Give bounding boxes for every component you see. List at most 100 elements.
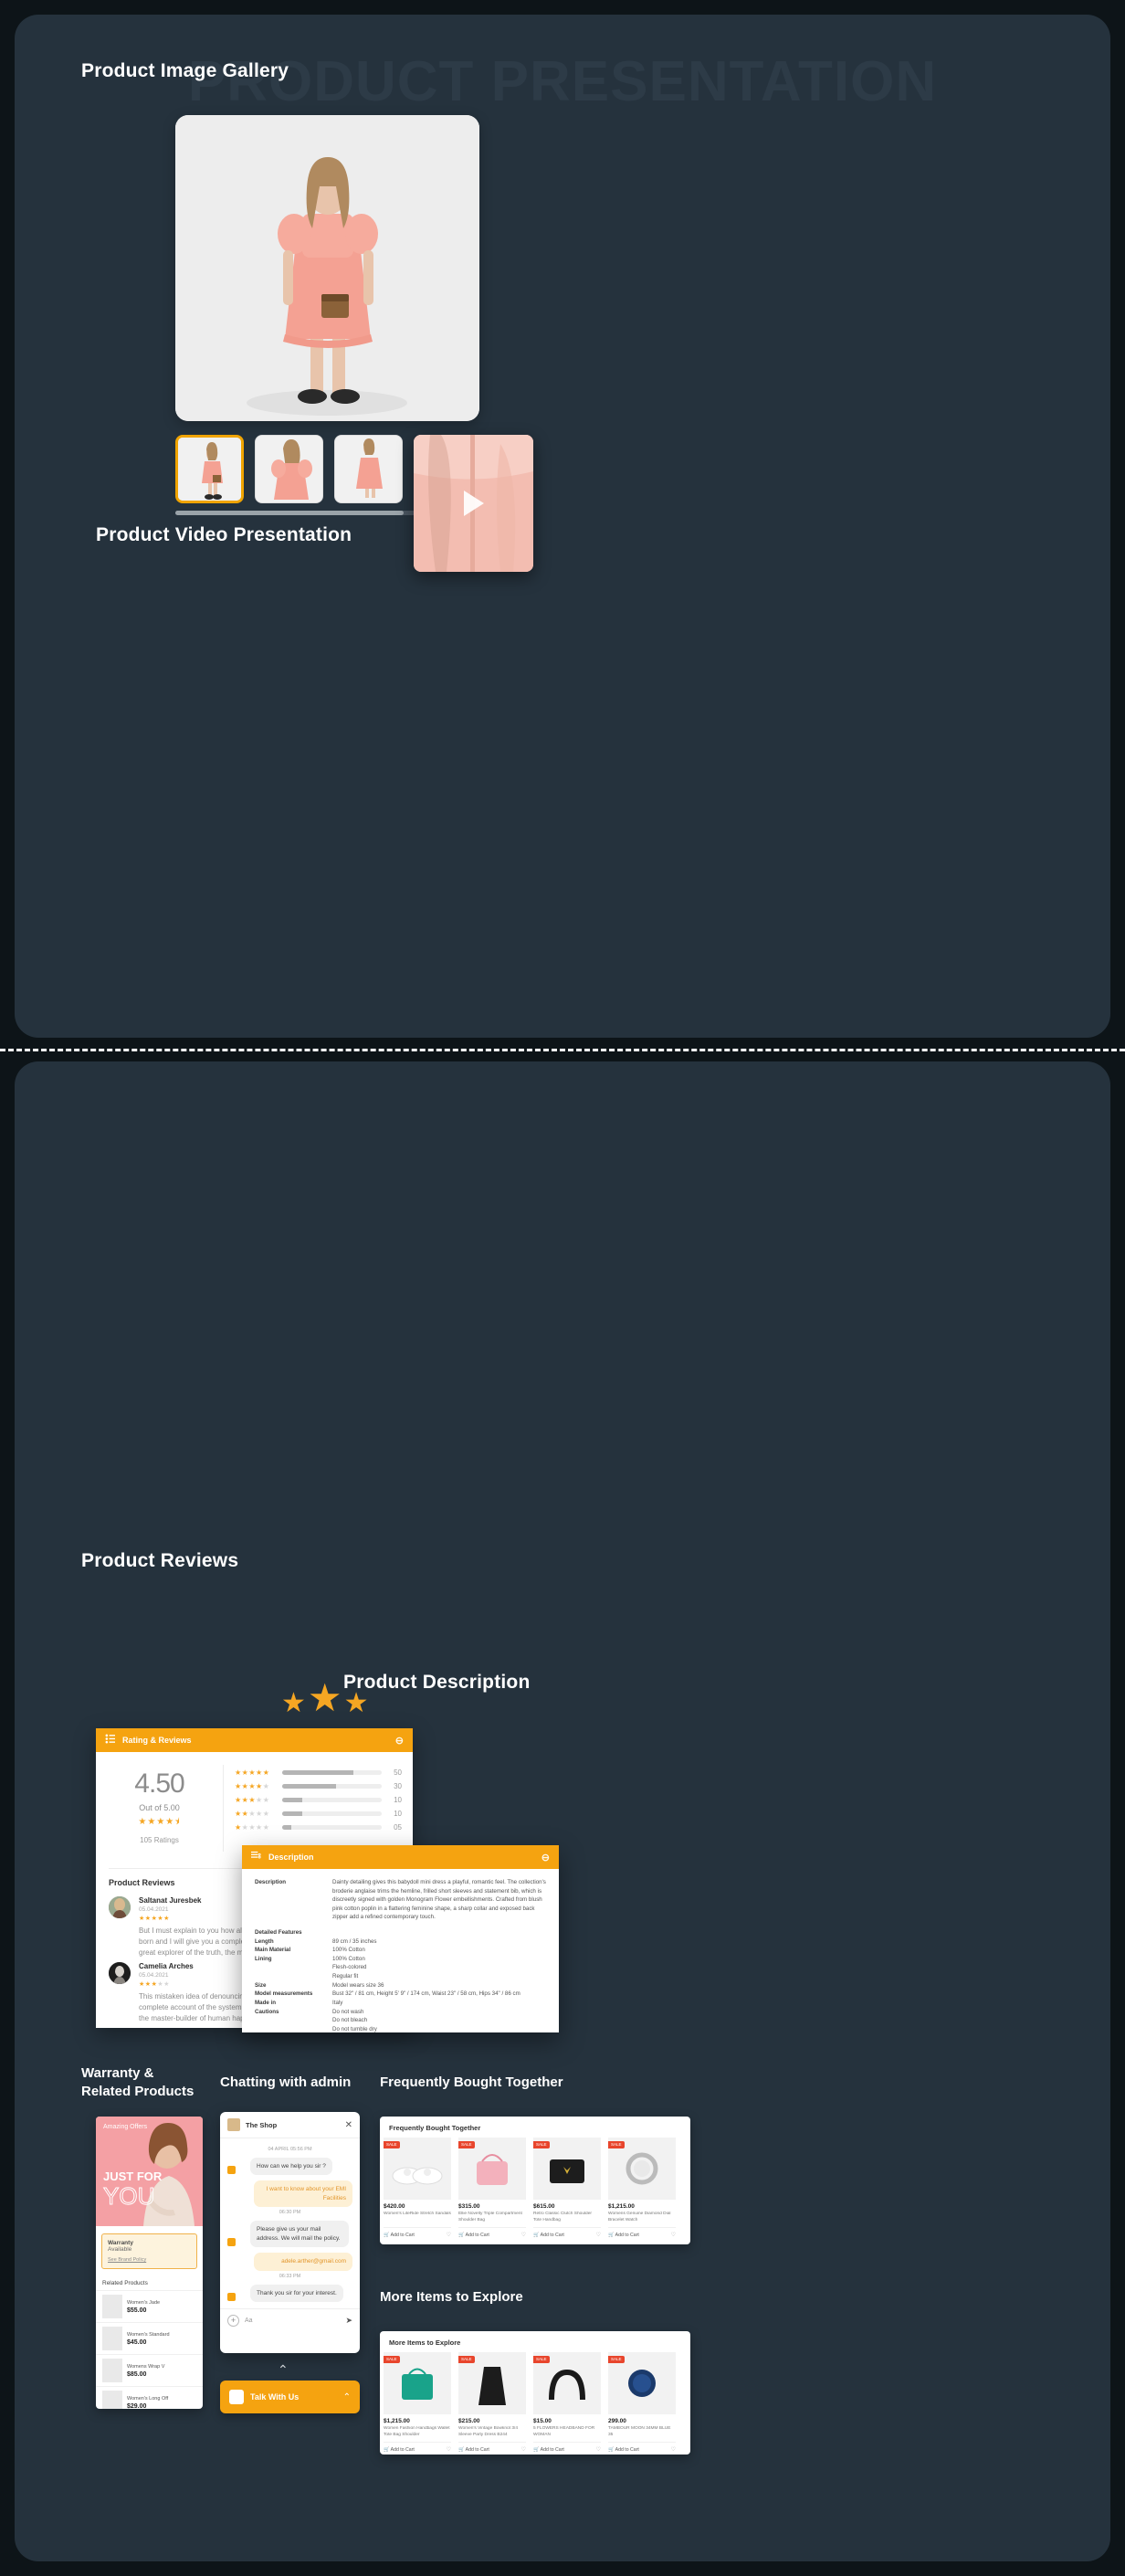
related-product-image [102, 2327, 122, 2350]
rating-card-title: Rating & Reviews [122, 1736, 192, 1745]
document-lines-icon [251, 1851, 261, 1863]
add-to-cart-button[interactable]: 🛒 Add to Cart [608, 2447, 639, 2453]
thumbnail-image-2 [256, 436, 322, 502]
minus-circle-icon[interactable]: ⊖ [541, 1852, 550, 1863]
review-stars: ★★★★★ [139, 1916, 170, 1922]
spec-row: Model measurements Bust 32" / 81 cm, Heig… [255, 1990, 546, 1999]
product-card[interactable]: SALE $1,215.00 Women Fashion Handbags Wall… [380, 2352, 455, 2455]
spec-value: Bust 32" / 81 cm, Height 5' 9" / 174 cm,… [332, 1990, 520, 1998]
thumbnail-scrollbar-thumb[interactable] [175, 511, 404, 515]
send-icon[interactable]: ➤ [345, 2316, 352, 2326]
wishlist-heart-icon[interactable]: ♡ [671, 2446, 676, 2453]
wishlist-heart-icon[interactable]: ♡ [596, 2232, 601, 2238]
related-products-list: Women's Jade $55.00 Women's Standard $45.00… [96, 2290, 203, 2409]
sale-badge: SALE [384, 2356, 400, 2364]
add-to-cart-button[interactable]: 🛒 Add to Cart [533, 2447, 564, 2453]
related-product-row[interactable]: Women's Standard $45.00 [96, 2322, 203, 2354]
add-to-cart-button[interactable]: 🛒 Add to Cart [384, 2233, 415, 2238]
sale-badge: SALE [533, 2141, 550, 2149]
sale-badge: SALE [458, 2141, 475, 2149]
star-icon-center: ★ [307, 1676, 342, 1719]
wishlist-heart-icon[interactable]: ♡ [671, 2232, 676, 2238]
play-icon[interactable] [463, 491, 484, 516]
product-card[interactable]: SALE $1,215.00 Womens Genuine Diamond Dial… [605, 2138, 679, 2243]
thumbnail-image-1 [178, 438, 241, 501]
product-card[interactable]: SALE $315.00 Ellie Novelty Triple Compartm… [455, 2138, 530, 2243]
sale-badge: SALE [533, 2356, 550, 2364]
chat-input-bar[interactable]: + Aa ➤ [220, 2308, 360, 2332]
warranty-sub: Available [108, 2246, 132, 2253]
related-product-image [102, 2359, 122, 2382]
chat-message-outgoing: I want to know about your EMI Facilities [254, 2180, 352, 2208]
spec-value: Do not tumble dry [332, 2025, 377, 2032]
thumbnail-2[interactable] [255, 435, 323, 503]
description-card: Description ⊖ Description Dainty detaili… [242, 1845, 559, 2032]
chevron-up-icon[interactable]: ⌃ [278, 2362, 289, 2378]
spec-value: Italy [332, 1999, 343, 2006]
related-products-label: Related Products [102, 2280, 148, 2286]
product-card[interactable]: SALE $15.00 5 FLOWERS HEADBAND FOR WOMAN 🛒 … [530, 2352, 605, 2455]
brand-policy-link[interactable]: See Brand Policy [108, 2257, 191, 2263]
minus-circle-icon[interactable]: ⊖ [395, 1735, 404, 1747]
spec-key: Length [255, 1937, 274, 1945]
wishlist-heart-icon[interactable]: ♡ [521, 2232, 526, 2238]
chevron-up-icon[interactable]: ⌃ [343, 2392, 351, 2402]
rating-score-block: 4.50 Out of 5.00 ★★★★⯨ 105 Ratings [96, 1765, 224, 1852]
spec-key: Lining [255, 1955, 272, 1962]
sale-badge: SALE [608, 2356, 625, 2364]
promo-kicker: Amazing Offers [103, 2124, 148, 2130]
talk-with-us-button[interactable]: Talk With Us ⌃ [220, 2381, 360, 2413]
shop-avatar-icon [227, 2292, 236, 2301]
distribution-bar [282, 1825, 382, 1830]
shop-logo-icon [227, 2118, 240, 2131]
related-product-row[interactable]: Women's Long Off $29.00 [96, 2386, 203, 2409]
chat-message-incoming: Please give us your mail address. We wil… [227, 2218, 352, 2250]
related-product-row[interactable]: Womens Wrap V $85.00 [96, 2354, 203, 2386]
add-to-cart-button[interactable]: 🛒 Add to Cart [458, 2233, 489, 2238]
add-to-cart-button[interactable]: 🛒 Add to Cart [533, 2233, 564, 2238]
spec-value: Model wears size 36 [332, 1981, 384, 1989]
add-to-cart-button[interactable]: 🛒 Add to Cart [458, 2447, 489, 2453]
related-product-name: Womens Wrap V [127, 2363, 165, 2370]
wishlist-heart-icon[interactable]: ♡ [447, 2232, 451, 2238]
chat-timestamp: 06:33 PM [279, 2273, 301, 2279]
description-card-header: Description ⊖ [242, 1845, 559, 1869]
product-card[interactable]: SALE $420.00 Women's LiteRide Stretch Sand… [380, 2138, 455, 2243]
product-price: $215.00 [458, 2418, 480, 2424]
wishlist-heart-icon[interactable]: ♡ [521, 2446, 526, 2453]
related-product-price: $45.00 [127, 2338, 147, 2346]
distribution-count: 05 [394, 1823, 402, 1832]
spec-row: Do not tumble dry [255, 2025, 546, 2032]
add-to-cart-button[interactable]: 🛒 Add to Cart [608, 2233, 639, 2238]
product-card[interactable]: SALE $215.00 Women's Vintage Bowknot 3/4 S… [455, 2352, 530, 2455]
promo-banner[interactable]: Amazing Offers JUST FOR YOU [96, 2117, 203, 2226]
star-icon-left: ★ [281, 1688, 306, 1718]
thumbnail-image-3 [335, 436, 402, 502]
shop-avatar-icon [227, 2166, 236, 2175]
reviewer-name: Saltanat Juresbek [139, 1896, 202, 1905]
product-name: Retro Classic Clutch Shoulder Tote Handb… [533, 2212, 592, 2222]
product-card[interactable]: SALE 299.00 TAMBOUR MOON 34MM BLUE 35 🛒 Add… [605, 2352, 679, 2455]
wishlist-heart-icon[interactable]: ♡ [596, 2446, 601, 2453]
review-date: 05.04.2021 [139, 1906, 169, 1913]
warranty-related-card: Amazing Offers JUST FOR YOU Warranty Ava… [96, 2117, 203, 2409]
hero-product-image[interactable] [175, 115, 479, 421]
plus-icon[interactable]: + [227, 2315, 239, 2327]
spec-key: Cautions [255, 2008, 279, 2015]
distribution-bar [282, 1798, 382, 1802]
distribution-stars: ★★★★★ [235, 1823, 270, 1832]
distribution-count: 10 [394, 1796, 402, 1804]
warranty-section-title: Warranty & Related Products [81, 2064, 194, 2102]
product-card[interactable]: SALE $615.00 Retro Classic Clutch Shoulder… [530, 2138, 605, 2243]
thumbnail-1[interactable] [175, 435, 244, 503]
reviews-section-title: Product Reviews [81, 1550, 239, 1571]
product-video-card[interactable] [414, 435, 533, 572]
wishlist-heart-icon[interactable]: ♡ [447, 2446, 451, 2453]
close-icon[interactable]: ✕ [345, 2120, 352, 2130]
chat-input-field[interactable]: Aa [245, 2317, 340, 2324]
thumbnail-3[interactable] [334, 435, 403, 503]
related-product-row[interactable]: Women's Jade $55.00 [96, 2290, 203, 2322]
spec-row: Length 89 cm / 35 inches [255, 1937, 546, 1947]
chat-section-title: Chatting with admin [220, 2075, 352, 2090]
add-to-cart-button[interactable]: 🛒 Add to Cart [384, 2447, 415, 2453]
